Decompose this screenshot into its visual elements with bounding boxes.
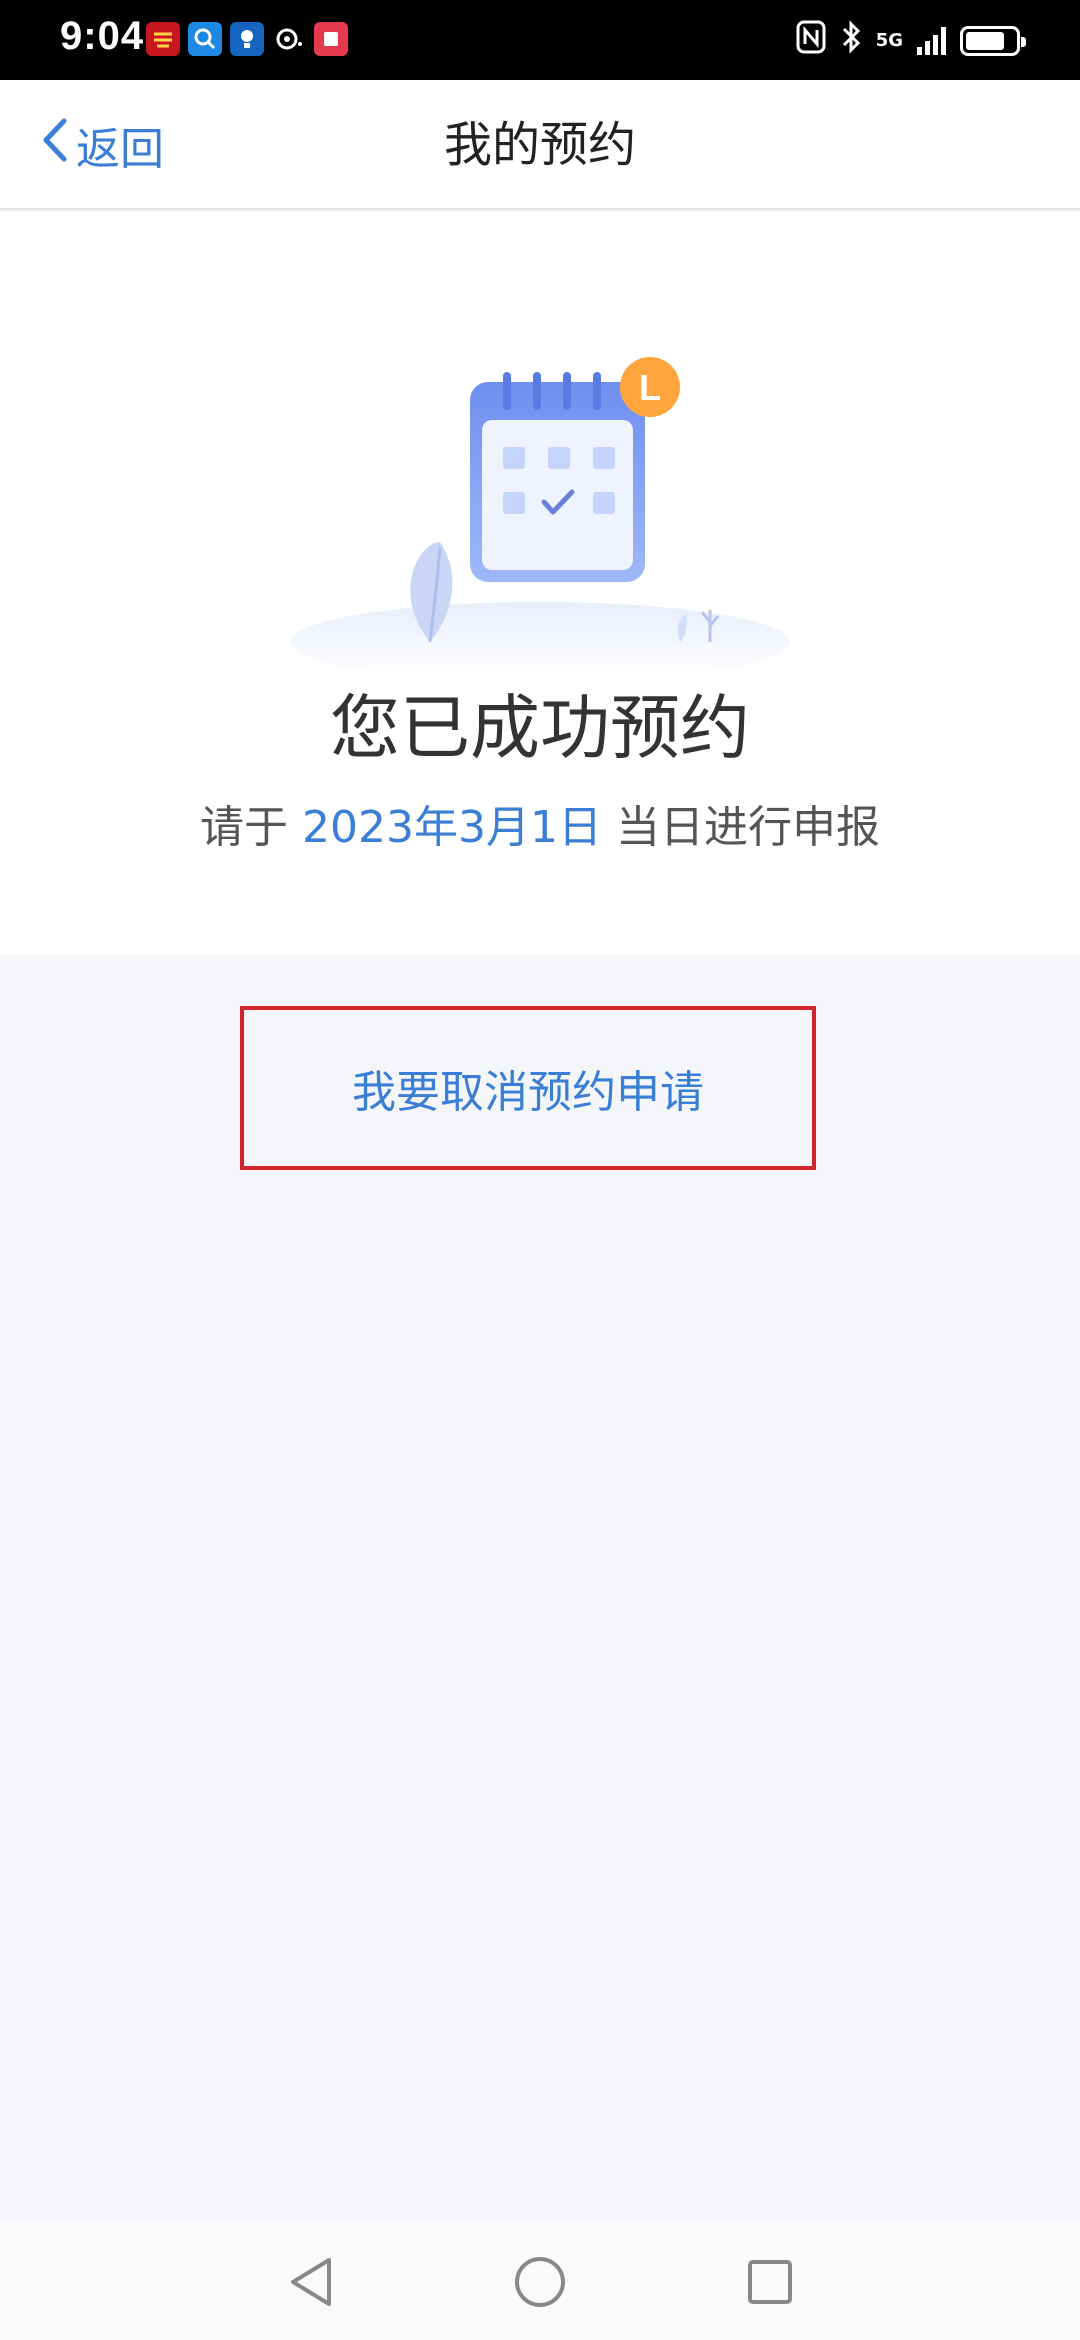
book-app-icon bbox=[314, 22, 348, 56]
system-indicators: 5G bbox=[796, 20, 1026, 61]
system-navigation-bar bbox=[0, 2222, 1080, 2340]
battery-level bbox=[966, 31, 1005, 50]
navigation-bar: 返回 我的预约 bbox=[0, 80, 1080, 210]
signal-icon bbox=[917, 26, 946, 55]
home-circle-icon[interactable] bbox=[505, 2247, 575, 2317]
nfc-icon bbox=[796, 20, 826, 61]
cancel-appointment-label: 我要取消预约申请 bbox=[352, 1067, 704, 1118]
success-panel: L 您已成功预约 请于 2023年3月1日 当日进行申报 bbox=[0, 212, 1080, 955]
bluetooth-icon bbox=[840, 20, 862, 61]
calendar-illustration: L bbox=[270, 342, 810, 682]
notification-icons bbox=[146, 22, 348, 56]
bulb-app-icon bbox=[230, 22, 264, 56]
subtitle-suffix: 当日进行申报 bbox=[615, 802, 880, 853]
recents-square-icon[interactable] bbox=[735, 2247, 805, 2317]
location-app-icon bbox=[272, 22, 306, 56]
status-bar: 9:04 5G bbox=[0, 0, 1080, 80]
battery-icon bbox=[960, 25, 1026, 56]
clock-badge-label: L bbox=[639, 367, 661, 408]
status-time: 9:04 bbox=[60, 14, 145, 58]
subtitle-prefix: 请于 bbox=[200, 802, 289, 853]
page-title: 我的预约 bbox=[443, 117, 636, 173]
back-triangle-icon[interactable] bbox=[275, 2247, 345, 2317]
app-notification-icon bbox=[146, 22, 180, 56]
search-app-icon bbox=[188, 22, 222, 56]
network-type: 5G bbox=[875, 30, 903, 51]
appointment-date-text: 请于 2023年3月1日 当日进行申报 bbox=[0, 798, 1080, 858]
cancel-appointment-button[interactable]: 我要取消预约申请 bbox=[240, 1006, 816, 1170]
success-title: 您已成功预约 bbox=[330, 687, 750, 769]
appointment-date: 2023年3月1日 bbox=[302, 802, 602, 853]
